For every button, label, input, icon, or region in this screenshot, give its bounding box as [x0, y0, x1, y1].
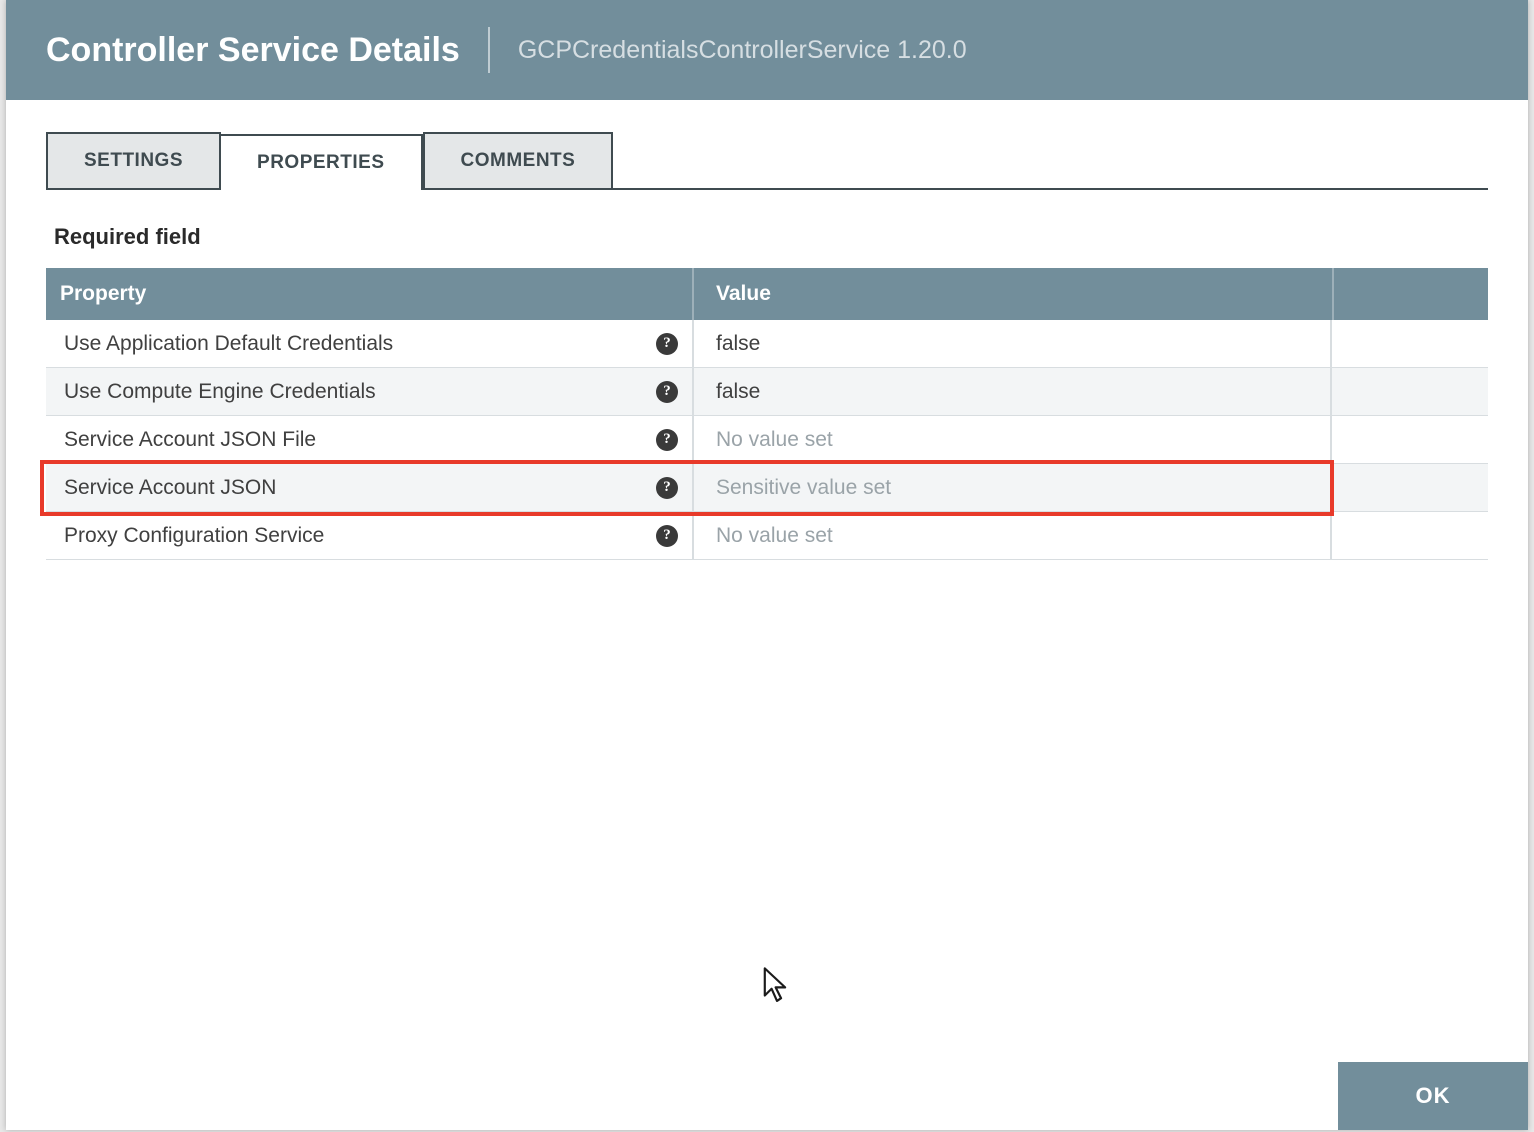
help-icon[interactable]: ? — [656, 477, 678, 499]
help-icon[interactable]: ? — [656, 381, 678, 403]
property-extra-cell — [1332, 416, 1488, 463]
header-value: Value — [694, 268, 1332, 320]
property-value: false — [716, 380, 760, 404]
property-value-cell[interactable]: No value set — [694, 512, 1332, 559]
property-value-cell[interactable]: false — [694, 368, 1332, 415]
property-name: Use Compute Engine Credentials — [64, 380, 376, 404]
header-property: Property — [46, 268, 694, 320]
properties-table-body: Use Application Default Credentials? fals… — [46, 320, 1488, 560]
dialog-title: Controller Service Details — [46, 31, 460, 70]
property-name: Use Application Default Credentials — [64, 332, 393, 356]
property-name: Service Account JSON File — [64, 428, 316, 452]
property-extra-cell — [1332, 320, 1488, 367]
property-value-cell[interactable]: Sensitive value set — [694, 464, 1332, 511]
property-extra-cell — [1332, 512, 1488, 559]
header-divider — [488, 27, 490, 73]
property-extra-cell — [1332, 368, 1488, 415]
property-name-cell: Service Account JSON File? — [46, 416, 694, 463]
help-icon[interactable]: ? — [656, 429, 678, 451]
mouse-cursor-icon — [762, 967, 792, 1005]
dialog-subtitle: GCPCredentialsControllerService 1.20.0 — [518, 36, 967, 65]
tab-settings[interactable]: SETTINGS — [46, 132, 221, 188]
table-row[interactable]: Service Account JSON File? No value set — [46, 416, 1488, 464]
property-value: No value set — [716, 524, 833, 548]
table-row[interactable]: Use Compute Engine Credentials? false — [46, 368, 1488, 416]
property-name: Service Account JSON — [64, 476, 276, 500]
ok-button[interactable]: OK — [1338, 1062, 1528, 1130]
property-value: Sensitive value set — [716, 476, 891, 500]
help-icon[interactable]: ? — [656, 333, 678, 355]
controller-service-details-dialog: Controller Service Details GCPCredential… — [6, 0, 1528, 1130]
header-extra — [1332, 268, 1488, 320]
tab-row: SETTINGS PROPERTIES COMMENTS — [46, 132, 1488, 190]
properties-table-header: Property Value — [46, 268, 1488, 320]
tab-properties[interactable]: PROPERTIES — [221, 134, 422, 190]
dialog-footer: OK — [1338, 1062, 1528, 1130]
property-name: Proxy Configuration Service — [64, 524, 324, 548]
property-name-cell: Service Account JSON? — [46, 464, 694, 511]
table-row[interactable]: Use Application Default Credentials? fals… — [46, 320, 1488, 368]
help-icon[interactable]: ? — [656, 525, 678, 547]
property-extra-cell — [1332, 464, 1488, 511]
tab-comments[interactable]: COMMENTS — [423, 132, 614, 188]
required-field-label: Required field — [46, 224, 1488, 250]
property-value: No value set — [716, 428, 833, 452]
property-value: false — [716, 332, 760, 356]
property-name-cell: Use Compute Engine Credentials? — [46, 368, 694, 415]
properties-table: Property Value Use Application Default C… — [46, 268, 1488, 560]
property-name-cell: Proxy Configuration Service? — [46, 512, 694, 559]
property-value-cell[interactable]: No value set — [694, 416, 1332, 463]
table-row[interactable]: Proxy Configuration Service? No value set — [46, 512, 1488, 560]
property-name-cell: Use Application Default Credentials? — [46, 320, 694, 367]
property-value-cell[interactable]: false — [694, 320, 1332, 367]
dialog-body: SETTINGS PROPERTIES COMMENTS Required fi… — [6, 100, 1528, 1130]
table-row[interactable]: Service Account JSON? Sensitive value set — [46, 464, 1488, 512]
dialog-header: Controller Service Details GCPCredential… — [6, 0, 1528, 100]
